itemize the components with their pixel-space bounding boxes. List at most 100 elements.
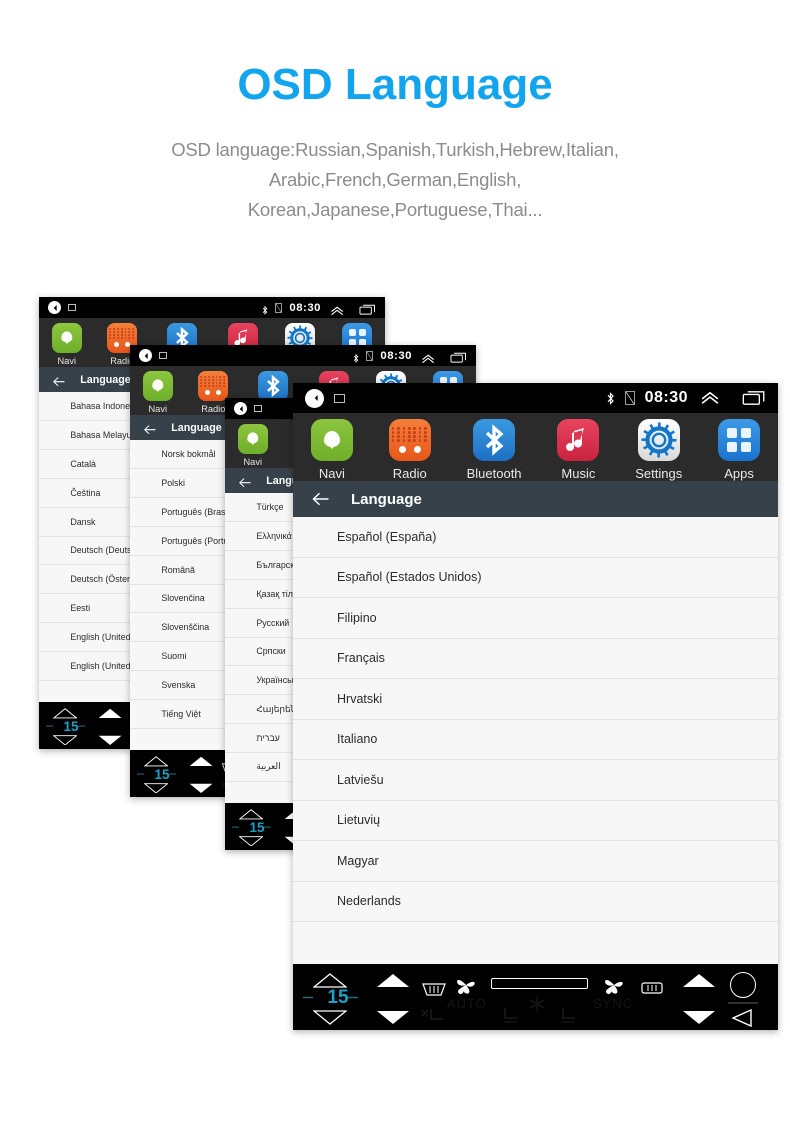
language-name: Русский	[256, 617, 290, 628]
sync-label[interactable]: SYNC	[593, 996, 633, 1011]
language-list-item[interactable]: Latviešu	[293, 760, 778, 801]
language-name: עברית	[256, 732, 280, 743]
temp-up-outline-glyph	[313, 973, 347, 988]
apps-grid-icon[interactable]	[718, 419, 761, 461]
dock-app-apps[interactable]: Apps	[718, 419, 761, 481]
temp-down-outline-glyph	[53, 735, 78, 746]
apps-cell-4	[741, 442, 752, 452]
language-list-item[interactable]: Español (Estados Unidos)	[293, 558, 778, 598]
language-list-item[interactable]: Hrvatski	[293, 679, 778, 720]
status-bar-right: 08:30	[261, 301, 377, 315]
dock-app-radio[interactable]: Radio	[198, 370, 229, 414]
chevron-up-icon[interactable]	[700, 391, 720, 405]
language-name: Ελληνικά	[256, 531, 292, 542]
volume-icon[interactable]	[138, 348, 153, 363]
language-list-item[interactable]: Filipino	[293, 598, 778, 639]
chevron-up-icon[interactable]	[421, 351, 435, 363]
dock-app-settings[interactable]: Settings	[635, 419, 682, 481]
language-list[interactable]: Español (España) Español (Estados Unidos…	[293, 517, 778, 964]
language-name: Nederlands	[337, 894, 401, 909]
language-name: Čeština	[70, 487, 101, 498]
temp-tick-left	[232, 826, 240, 828]
fan-up-icon	[98, 709, 122, 719]
auto-label[interactable]: AUTO	[447, 996, 487, 1011]
volume-icon[interactable]	[305, 388, 324, 408]
temp-tick-left	[303, 996, 313, 999]
apps-cell-3	[727, 442, 738, 452]
language-list-item[interactable]: Français	[293, 639, 778, 679]
language-list-item[interactable]: Magyar	[293, 841, 778, 882]
back-arrow-icon[interactable]	[143, 422, 156, 434]
temp-tick-left	[46, 725, 54, 727]
navi-icon[interactable]	[237, 423, 268, 454]
navi-icon[interactable]	[51, 322, 82, 353]
volume-icon[interactable]	[233, 401, 248, 416]
settings-gear-icon[interactable]	[637, 419, 680, 461]
screen-4-front[interactable]: 08:30 Navi Radio Bluetooth Music Setting…	[293, 383, 778, 1030]
language-name: Română	[161, 564, 195, 575]
recent-apps-icon[interactable]	[742, 390, 766, 406]
language-name: Svenska	[161, 679, 196, 690]
music-icon[interactable]	[557, 419, 600, 461]
navi-icon[interactable]	[142, 370, 173, 401]
status-bar-clock: 08:30	[644, 389, 688, 406]
language-name: Norsk bokmål	[161, 449, 216, 460]
dock-app-navi[interactable]: Navi	[237, 423, 268, 468]
dock-app-music[interactable]: Music	[557, 419, 600, 481]
fan-down-icon	[683, 1011, 715, 1024]
dock-app-navi[interactable]: Navi	[310, 419, 353, 481]
dock-app-bluetooth[interactable]: Bluetooth	[467, 419, 522, 481]
radio-icon[interactable]	[198, 370, 229, 401]
bluetooth-app-icon[interactable]	[258, 370, 289, 401]
screencast-icon	[334, 393, 345, 403]
language-list-item[interactable]: Italiano	[293, 720, 778, 760]
no-sim-icon	[366, 350, 374, 361]
temp-tick-right	[348, 996, 358, 999]
fan-up-icon	[377, 974, 409, 987]
dock-app-radio[interactable]: Radio	[388, 419, 431, 481]
recent-apps-icon[interactable]	[359, 302, 376, 315]
language-page-title: Language	[171, 421, 222, 434]
status-bar: 08:30	[293, 383, 778, 413]
dock-app-navi[interactable]: Navi	[142, 370, 173, 414]
dock-app-label: Radio	[392, 466, 427, 481]
power-circle-icon[interactable]	[730, 972, 756, 998]
bluetooth-app-icon[interactable]	[473, 419, 516, 461]
navi-icon[interactable]	[310, 419, 353, 461]
no-sim-icon	[275, 302, 283, 313]
temperature-slider[interactable]	[491, 978, 588, 989]
temperature-value: 15	[249, 819, 265, 835]
fan-down-icon	[189, 783, 213, 793]
recent-apps-icon[interactable]	[450, 350, 467, 363]
radio-icon[interactable]	[388, 419, 431, 461]
radio-knob-right	[216, 389, 222, 395]
apps-cell-2	[741, 428, 752, 438]
dock-app-label: Navi	[243, 457, 263, 468]
language-name: Català	[70, 458, 96, 469]
back-arrow-icon[interactable]	[311, 491, 329, 507]
temp-tick-left	[137, 773, 145, 775]
status-bar-clock: 08:30	[289, 301, 321, 314]
volume-icon[interactable]	[47, 300, 62, 315]
radio-knob-left	[114, 341, 120, 347]
language-name: Hrvatski	[337, 691, 383, 706]
subtitle-line-1: OSD language:Russian,Spanish,Turkish,Heb…	[171, 139, 619, 160]
apps-cell-1	[348, 329, 356, 337]
back-arrow-icon[interactable]	[238, 475, 251, 487]
temp-up-outline-glyph	[53, 708, 78, 719]
language-list-item[interactable]: Lietuvių	[293, 801, 778, 841]
status-bar: 08:30	[130, 345, 476, 367]
dock-app-navi[interactable]: Navi	[51, 322, 82, 366]
language-list-item[interactable]: Español (España)	[293, 517, 778, 558]
language-name: Қазақ тілі	[256, 588, 295, 599]
status-bar-left	[233, 401, 262, 416]
bluetooth-icon	[261, 302, 269, 315]
language-list-item[interactable]: Nederlands	[293, 882, 778, 922]
divider-line	[728, 1002, 758, 1004]
language-page-title: Language	[80, 373, 131, 386]
subtitle-line-2: Arabic,French,German,English,	[268, 169, 522, 190]
back-arrow-icon[interactable]	[52, 374, 65, 386]
language-name: Türkçe	[256, 502, 284, 513]
chevron-up-icon[interactable]	[330, 303, 344, 315]
back-triangle-icon	[731, 1008, 752, 1028]
